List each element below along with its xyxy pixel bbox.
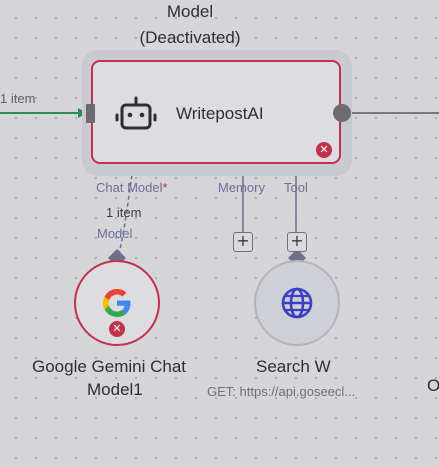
robot-icon xyxy=(115,96,157,130)
memory-port-label: Memory xyxy=(218,180,265,195)
search-node-name: Search W xyxy=(256,357,331,376)
gemini-error-icon: ✕ xyxy=(109,321,125,337)
node-error-icon: ✕ xyxy=(316,142,332,158)
chat-model-port-label: Chat Model* xyxy=(96,180,168,195)
node-output-handle[interactable] xyxy=(333,104,351,122)
add-tool-button[interactable]: + xyxy=(287,232,307,252)
link-type-label: Model xyxy=(97,226,133,241)
globe-icon xyxy=(281,287,313,319)
input-item-count: 1 item xyxy=(0,91,36,106)
gemini-node-name-line1: Google Gemini Chat xyxy=(32,357,187,376)
add-memory-button[interactable]: + xyxy=(233,232,253,252)
offscreen-node-name-partial: O xyxy=(427,376,439,395)
search-node-subtitle: GET: https://api.goseecl... xyxy=(207,384,356,399)
tool-port-label: Tool xyxy=(284,180,308,195)
node-title-line2: (Deactivated) xyxy=(139,28,241,47)
node-name-label: WritepostAI xyxy=(176,104,264,123)
link-item-count: 1 item xyxy=(106,205,142,220)
required-asterisk: * xyxy=(162,180,168,195)
gemini-node-name-line2: Model1 xyxy=(87,380,143,399)
node-title-line1: Model xyxy=(166,2,214,21)
node-input-handle[interactable] xyxy=(86,104,95,123)
chat-model-port-text: Chat Model xyxy=(96,180,163,195)
google-g-icon xyxy=(103,289,131,317)
